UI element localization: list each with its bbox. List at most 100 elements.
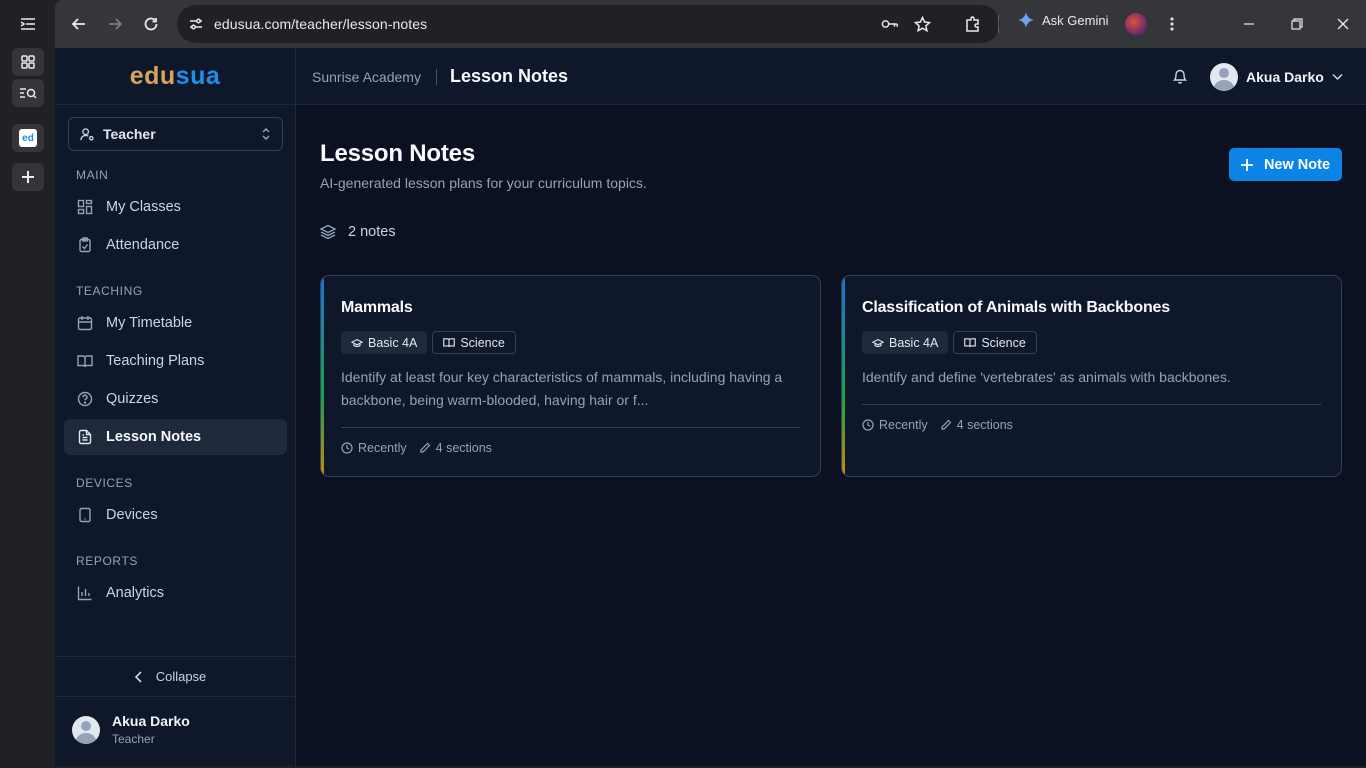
layers-icon [320,224,336,240]
subject-badge-label: Science [981,335,1026,350]
section-label-devices: DEVICES [76,476,133,490]
logo-part-edu: edu [129,61,176,90]
note-sections: 4 sections [435,441,492,455]
ask-gemini-label: Ask Gemini [1042,12,1109,28]
reload-icon[interactable] [137,10,165,38]
card-divider [862,404,1321,405]
user-cog-icon [80,127,94,141]
sidebar: edu sua Teacher MAIN My Classes Attendanc… [55,48,296,766]
note-time: Recently [879,418,928,432]
subject-badge: Science [432,331,516,354]
new-tab-icon[interactable] [12,163,44,191]
class-badge-label: Basic 4A [889,335,939,350]
section-label-reports: REPORTS [76,554,138,568]
toolbar-divider [998,15,999,33]
card-divider [341,427,800,428]
sidebar-item-label: Lesson Notes [106,429,202,445]
graduation-cap-icon [872,338,884,347]
note-title: Mammals [341,299,413,316]
restore-icon[interactable] [1283,10,1311,38]
url-text: edusua.com/teacher/lesson-notes [214,16,428,32]
note-meta: Recently 4 sections [862,418,1013,432]
user-menu[interactable]: Akua Darko [1210,63,1343,91]
file-text-icon [78,429,92,445]
sidebar-item-lesson-notes[interactable]: Lesson Notes [64,419,287,455]
search-tabs-icon[interactable] [12,79,44,107]
sidebar-user-role: Teacher [112,732,155,746]
new-note-button[interactable]: New Note [1229,148,1342,181]
lesson-note-card[interactable]: Classification of Animals with Backbones… [841,275,1342,477]
sidebar-user-name: Akua Darko [112,713,190,729]
subject-badge-label: Science [460,335,505,350]
sidebar-item-my-classes[interactable]: My Classes [64,189,287,225]
tab-groups-icon[interactable] [12,48,44,76]
top-bar: Sunrise Academy Lesson Notes Akua Darko [296,48,1366,105]
breadcrumb-page: Lesson Notes [450,66,569,86]
collapse-label: Collapse [155,669,207,684]
note-meta: Recently 4 sections [341,441,492,455]
lesson-note-card[interactable]: Mammals Basic 4A Science Identify at lea… [320,275,821,477]
class-badge: Basic 4A [341,331,428,354]
sidebar-item-my-timetable[interactable]: My Timetable [64,305,287,341]
note-description: Identify at least four key characteristi… [341,369,783,408]
sidebar-item-devices[interactable]: Devices [64,497,287,533]
note-description: Identify and define 'vertebrates' as ani… [862,369,1231,385]
forward-icon[interactable] [101,10,129,38]
notes-count-label: 2 notes [348,224,396,240]
extensions-icon[interactable] [959,10,987,38]
bar-chart-icon [77,586,92,601]
bookmark-star-icon[interactable] [913,15,931,33]
breadcrumb-school[interactable]: Sunrise Academy [312,69,421,85]
sidebar-item-label: Devices [106,507,158,523]
sidebar-item-analytics[interactable]: Analytics [64,575,287,611]
note-time: Recently [358,441,407,455]
new-note-label: New Note [1263,156,1331,173]
close-window-icon[interactable] [1329,10,1357,38]
sidebar-item-label: Attendance [106,237,180,253]
user-menu-name: Akua Darko [1246,69,1324,85]
sidebar-item-label: My Timetable [106,315,193,331]
sidebar-item-attendance[interactable]: Attendance [64,227,287,263]
book-open-icon [77,355,93,368]
calendar-icon [77,316,93,331]
sidebar-item-label: Quizzes [106,391,159,407]
browser-menu-icon[interactable] [1158,10,1186,38]
avatar [72,715,100,744]
section-label-teaching: TEACHING [76,284,143,298]
note-title: Classification of Animals with Backbones [862,299,1170,316]
section-label-main: MAIN [76,168,109,182]
role-selector-label: Teacher [103,126,156,142]
book-icon [443,338,456,348]
back-icon[interactable] [65,10,93,38]
notifications-bell-icon[interactable] [1172,68,1188,84]
edusua-favicon: ed [19,129,37,147]
sidebar-user-profile[interactable]: Akua Darko Teacher [72,713,190,746]
sidebar-item-teaching-plans[interactable]: Teaching Plans [64,343,287,379]
chevrons-up-down-icon [262,127,270,141]
avatar [1210,63,1238,91]
graduation-cap-icon [351,338,363,347]
address-bar[interactable]: edusua.com/teacher/lesson-notes [177,5,1000,43]
help-circle-icon [77,391,93,407]
app-root: edu sua Teacher MAIN My Classes Attendanc… [55,48,1366,766]
sidebar-item-label: Analytics [106,585,165,601]
chevron-left-icon [134,670,142,683]
sidebar-item-quizzes[interactable]: Quizzes [64,381,287,417]
collapse-sidebar-button[interactable]: Collapse [55,656,295,697]
edusua-tab[interactable]: ed [12,124,44,152]
ask-gemini-button[interactable]: Ask Gemini [1018,12,1108,28]
edusua-logo[interactable]: edu sua [55,48,295,105]
sidebar-item-label: My Classes [106,199,181,215]
sidebar-item-label: Teaching Plans [106,353,205,369]
gemini-icon [1018,12,1034,28]
role-selector[interactable]: Teacher [68,117,283,151]
minimize-icon[interactable] [1235,10,1263,38]
collapse-tabs-icon[interactable] [12,10,44,38]
main-content: Lesson Notes AI-generated lesson plans f… [296,105,1366,766]
site-settings-icon[interactable] [187,15,205,33]
notes-count: 2 notes [320,224,396,240]
password-key-icon[interactable] [881,15,899,33]
class-badge-label: Basic 4A [368,335,418,350]
clock-icon [341,442,353,454]
browser-profile-avatar[interactable] [1125,13,1147,35]
